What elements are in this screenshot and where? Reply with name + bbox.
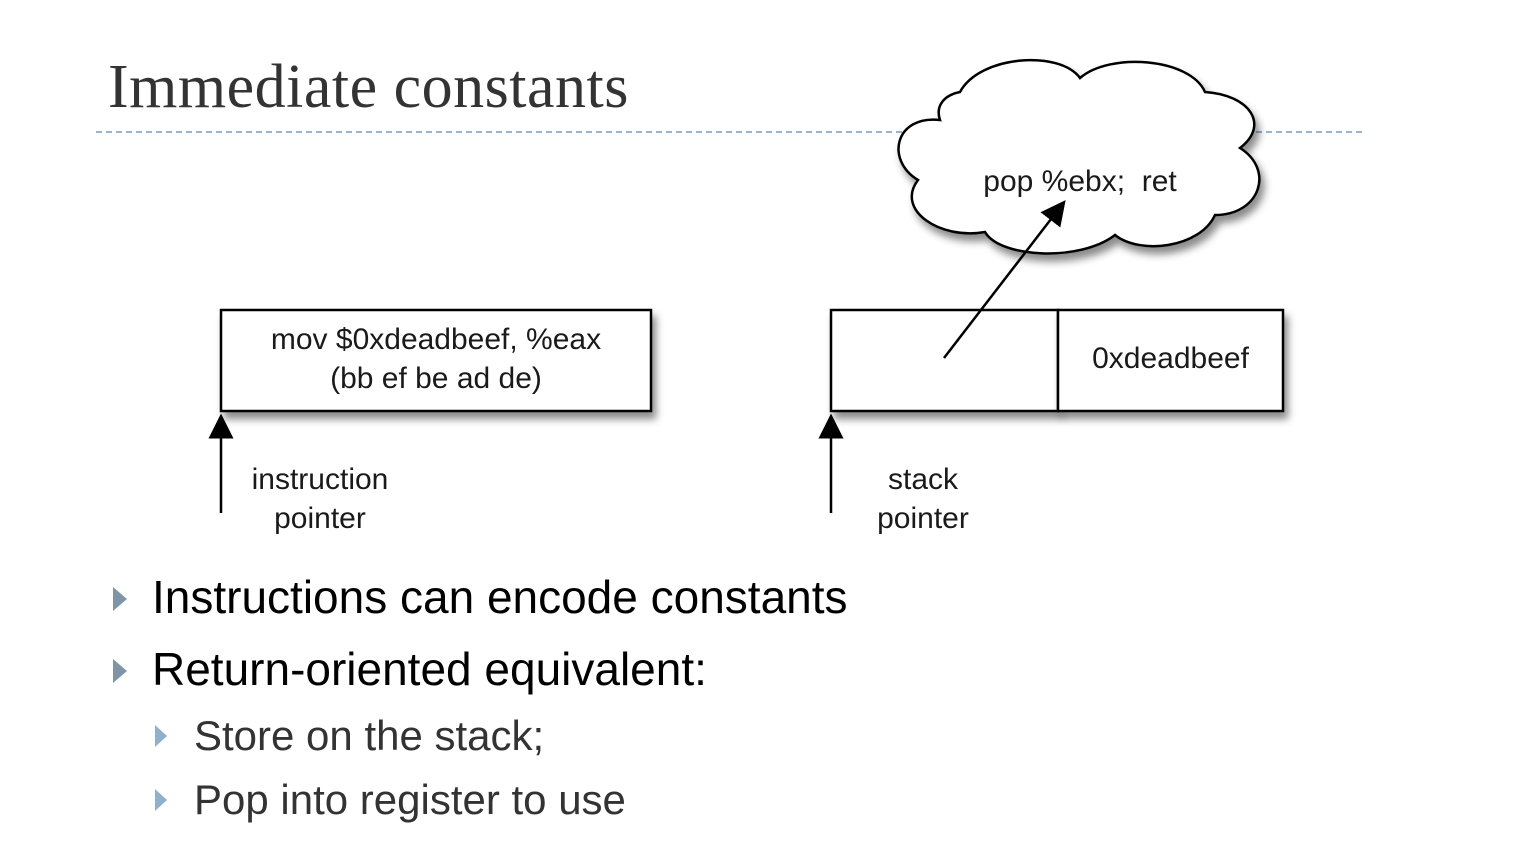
instruction-pointer-label-line1: instruction bbox=[236, 462, 404, 498]
stack-pointer-label-line2: pointer bbox=[862, 501, 984, 537]
stack-pointer-label-line1: stack bbox=[862, 462, 984, 498]
bullet-item: Instructions can encode constants bbox=[152, 570, 848, 624]
bullet-marker bbox=[113, 587, 127, 611]
sub-bullet-marker bbox=[155, 725, 167, 747]
bullet-marker bbox=[113, 659, 127, 683]
stack-cell-empty bbox=[831, 310, 1058, 411]
gadget-text: pop %ebx; ret bbox=[940, 164, 1220, 200]
sub-bullet-marker bbox=[155, 789, 167, 811]
stack-value-text: 0xdeadbeef bbox=[1058, 341, 1283, 377]
instruction-pointer-label-line2: pointer bbox=[236, 501, 404, 537]
instruction-bytes: (bb ef be ad de) bbox=[221, 361, 651, 397]
instruction-text-line1: mov $0xdeadbeef, %eax bbox=[221, 322, 651, 358]
sub-bullet-item: Pop into register to use bbox=[194, 775, 626, 825]
gadget-cloud-shape bbox=[899, 60, 1260, 253]
sub-bullet-item: Store on the stack; bbox=[194, 711, 544, 761]
bullet-item: Return-oriented equivalent: bbox=[152, 642, 707, 696]
